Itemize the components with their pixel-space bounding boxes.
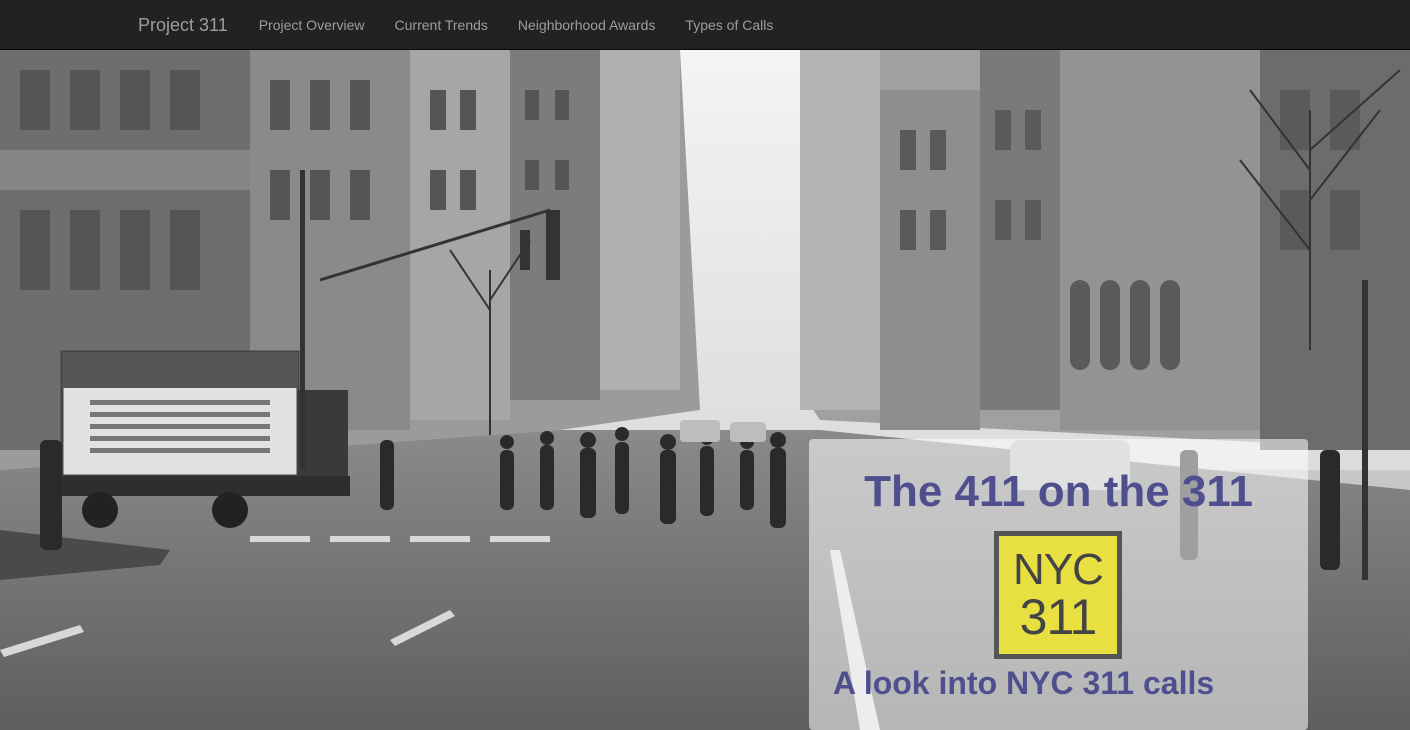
nav-link-neighborhood-awards[interactable]: Neighborhood Awards <box>503 0 671 50</box>
nav-links: Project Overview Current Trends Neighbor… <box>244 0 789 50</box>
brand-link[interactable]: Project 311 <box>138 0 228 50</box>
logo-text-311: 311 <box>1019 589 1098 645</box>
hero-section: The 411 on the 311 NYC 311 A look into N… <box>0 50 1410 730</box>
nav-link-current-trends[interactable]: Current Trends <box>380 0 503 50</box>
logo-text-nyc: NYC <box>1013 545 1104 594</box>
hero-subtitle: A look into NYC 311 calls <box>833 665 1215 701</box>
nav-link-types-of-calls[interactable]: Types of Calls <box>670 0 788 50</box>
nyc-311-logo: NYC 311 <box>994 531 1122 659</box>
nav-link-project-overview[interactable]: Project Overview <box>244 0 380 50</box>
intro-panel: The 411 on the 311 NYC 311 A look into N… <box>809 439 1308 730</box>
top-navbar: Project 311 Project Overview Current Tre… <box>0 0 1410 50</box>
hero-title: The 411 on the 311 <box>864 467 1253 516</box>
nyc-311-logo-badge: NYC 311 <box>999 536 1117 654</box>
